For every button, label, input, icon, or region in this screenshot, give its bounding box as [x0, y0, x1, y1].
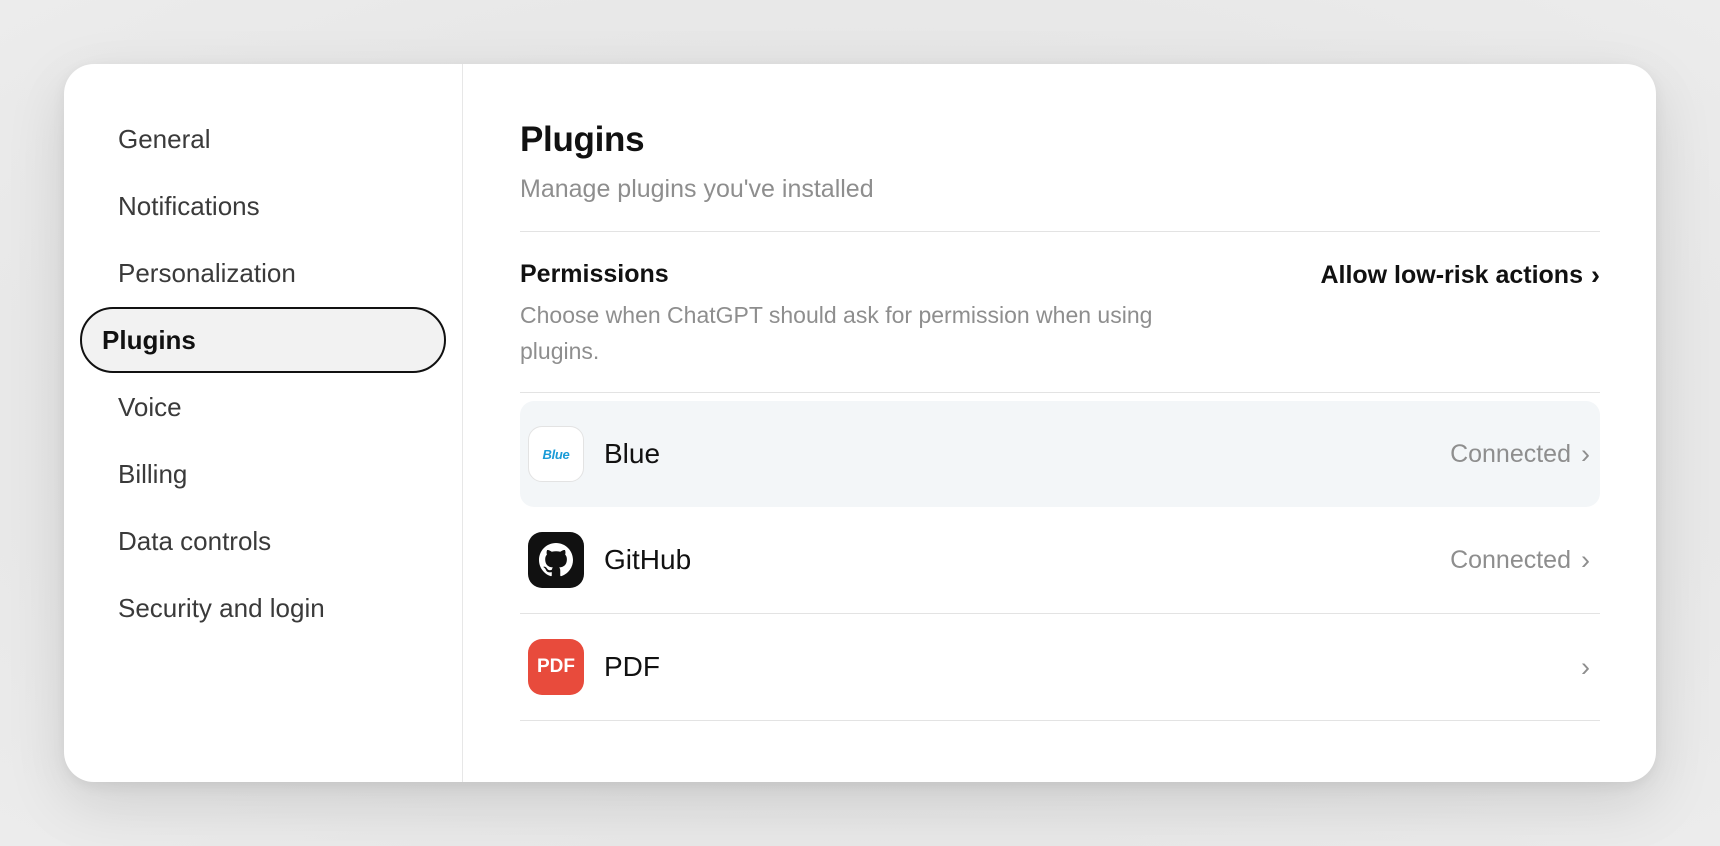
settings-window: General Notifications Personalization Pl… — [64, 64, 1656, 782]
sidebar-item-data-controls[interactable]: Data controls — [80, 508, 446, 574]
chevron-right-icon: › — [1591, 259, 1600, 290]
plugin-row-blue[interactable]: Blue Blue Connected › — [520, 401, 1600, 507]
pdf-icon: PDF — [528, 639, 584, 695]
plugin-name: Blue — [604, 438, 661, 469]
plugins-panel: Plugins Manage plugins you've installed … — [463, 64, 1656, 782]
divider — [520, 392, 1600, 393]
page-title: Plugins — [520, 120, 645, 159]
permissions-dropdown-button[interactable]: Allow low-risk actions › — [1320, 260, 1600, 290]
chevron-right-icon: › — [1581, 544, 1590, 575]
sidebar-item-notifications[interactable]: Notifications — [80, 173, 446, 239]
plugin-status: Connected › — [1450, 439, 1590, 470]
sidebar-item-plugins[interactable]: Plugins — [80, 307, 446, 373]
permissions-action-label: Allow low-risk actions — [1320, 260, 1583, 289]
plugin-row-pdf[interactable]: PDF PDF › — [520, 614, 1600, 720]
settings-sidebar: General Notifications Personalization Pl… — [64, 64, 463, 782]
plugin-list: Blue Blue Connected › GitHub Connected › — [520, 401, 1600, 721]
permissions-text: Permissions Choose when ChatGPT should a… — [520, 260, 1180, 392]
plugin-status: Connected › — [1450, 545, 1590, 576]
permissions-description: Choose when ChatGPT should ask for permi… — [520, 302, 1153, 364]
plugin-row-github[interactable]: GitHub Connected › — [520, 507, 1600, 613]
sidebar-item-general[interactable]: General — [80, 106, 446, 172]
sidebar-item-billing[interactable]: Billing — [80, 441, 446, 507]
status-label: Connected — [1450, 439, 1571, 468]
divider — [520, 720, 1600, 721]
plugin-name: PDF — [604, 651, 660, 682]
plugin-name: GitHub — [604, 544, 692, 575]
sidebar-item-voice[interactable]: Voice — [80, 374, 446, 440]
blue-logo-icon: Blue — [528, 426, 584, 482]
chevron-right-icon: › — [1581, 651, 1590, 682]
sidebar-item-personalization[interactable]: Personalization — [80, 240, 446, 306]
permissions-title: Permissions — [520, 260, 669, 288]
permissions-section: Permissions Choose when ChatGPT should a… — [520, 232, 1600, 392]
github-icon — [528, 532, 584, 588]
sidebar-item-security-and-login[interactable]: Security and login — [80, 575, 446, 641]
plugin-status: › — [1571, 652, 1590, 683]
status-label: Connected — [1450, 545, 1571, 574]
chevron-right-icon: › — [1581, 438, 1590, 469]
page-subtitle: Manage plugins you've installed — [520, 175, 874, 203]
